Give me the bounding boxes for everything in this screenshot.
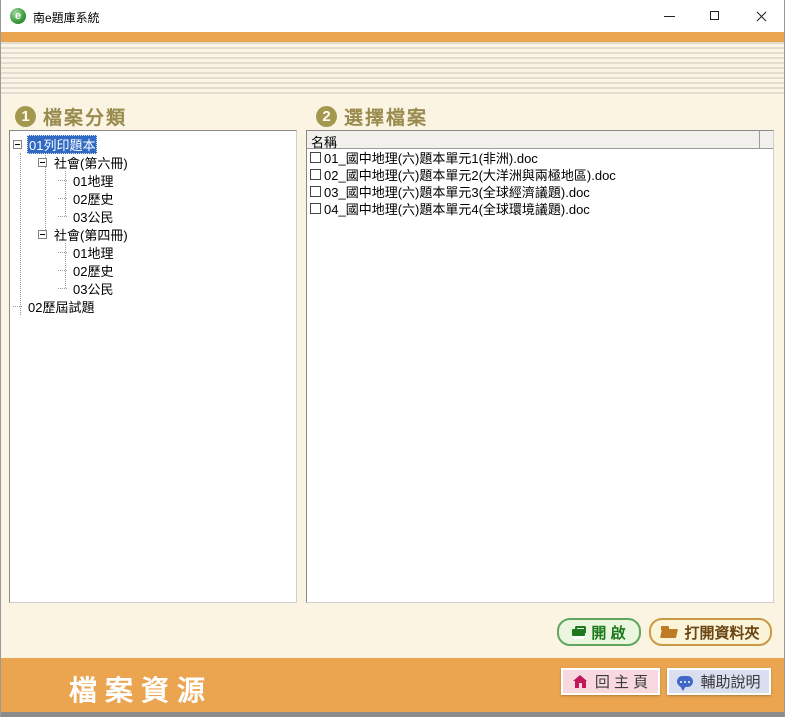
minimize-button[interactable] [646, 0, 692, 32]
tree-item[interactable]: 社會(第六冊) [10, 153, 296, 171]
category-tree: 01列印題本 社會(第六冊) 01地理 02歷史 03公民 社會(第四冊) 01… [9, 130, 297, 603]
home-icon [573, 675, 588, 688]
section-title: 選擇檔案 [344, 103, 428, 130]
tree-connector [58, 180, 67, 181]
striped-band [1, 42, 784, 95]
column-header-name[interactable]: 名稱 [307, 131, 760, 148]
tree-item[interactable]: 01地理 [10, 171, 296, 189]
maximize-button[interactable] [692, 0, 738, 32]
help-button[interactable]: 輔助說明 [667, 668, 771, 695]
tree-connector [58, 252, 67, 253]
collapse-icon[interactable] [13, 140, 22, 149]
tree-connector [13, 306, 22, 307]
tree-item[interactable]: 社會(第四冊) [10, 225, 296, 243]
section-select-file: 2 選擇檔案 [316, 103, 428, 130]
page-title: 檔案資源 [69, 669, 213, 709]
home-button[interactable]: 回 主 頁 [561, 668, 660, 695]
tree-item[interactable]: 03公民 [10, 207, 296, 225]
tree-connector [58, 198, 67, 199]
accent-strip [1, 32, 784, 42]
file-name[interactable]: 04_國中地理(六)題本單元4(全球環境議題).doc [324, 199, 590, 218]
open-icon [572, 626, 585, 639]
tree-item-label[interactable]: 02歷屆試題 [26, 297, 96, 316]
title-bar: e 南e題庫系統 [1, 0, 784, 32]
window-controls [646, 0, 784, 32]
app-icon: e [10, 8, 26, 24]
help-bubble-icon [677, 676, 693, 687]
collapse-icon[interactable] [38, 158, 47, 167]
tree-connector [58, 288, 67, 289]
tree-item[interactable]: 02歷屆試題 [10, 297, 296, 315]
file-list: 名稱 01_國中地理(六)題本單元1(非洲).doc 02_國中地理(六)題本單… [306, 130, 774, 603]
tree-item-label[interactable]: 社會(第六冊) [52, 153, 130, 172]
tree-connector [58, 216, 67, 217]
tree-item-label[interactable]: 03公民 [71, 207, 115, 226]
file-list-item[interactable]: 01_國中地理(六)題本單元1(非洲).doc [307, 149, 773, 166]
help-button-label: 輔助說明 [700, 671, 760, 692]
footer-bar: 檔案資源 回 主 頁 輔助說明 [1, 658, 784, 712]
step-2-badge: 2 [316, 106, 337, 127]
tree-item-label[interactable]: 01地理 [71, 171, 115, 190]
step-1-badge: 1 [15, 106, 36, 127]
tree-item[interactable]: 01地理 [10, 243, 296, 261]
tree-item[interactable]: 01列印題本 [10, 135, 296, 153]
tree-item[interactable]: 03公民 [10, 279, 296, 297]
folder-icon [661, 626, 678, 638]
checkbox[interactable] [310, 169, 321, 180]
section-file-category: 1 檔案分類 [15, 103, 127, 130]
column-header-extra [760, 131, 773, 148]
tree-item-label[interactable]: 社會(第四冊) [52, 225, 130, 244]
tree-item-label[interactable]: 01地理 [71, 243, 115, 262]
checkbox[interactable] [310, 186, 321, 197]
tree-connector [58, 270, 67, 271]
tree-item-label[interactable]: 01列印題本 [27, 135, 97, 154]
checkbox[interactable] [310, 152, 321, 163]
open-button[interactable]: 開 啟 [557, 618, 641, 646]
tree-item-label[interactable]: 03公民 [71, 279, 115, 298]
open-folder-button[interactable]: 打開資料夾 [649, 618, 772, 646]
file-list-item[interactable]: 03_國中地理(六)題本單元3(全球經濟議題).doc [307, 183, 773, 200]
open-folder-button-label: 打開資料夾 [684, 622, 759, 643]
maximize-icon [710, 11, 719, 20]
tree-item-label[interactable]: 02歷史 [71, 261, 115, 280]
tree-item[interactable]: 02歷史 [10, 189, 296, 207]
app-window: e 南e題庫系統 1 檔案分類 2 選擇檔案 01列印題本 社會(第六冊) [0, 0, 785, 717]
list-header: 名稱 [307, 131, 773, 149]
minimize-icon [664, 16, 675, 17]
home-button-label: 回 主 頁 [595, 671, 648, 692]
tree-item-label[interactable]: 02歷史 [71, 189, 115, 208]
file-list-item[interactable]: 02_國中地理(六)題本單元2(大洋洲與兩極地區).doc [307, 166, 773, 183]
section-title: 檔案分類 [43, 103, 127, 130]
open-button-label: 開 啟 [591, 622, 625, 643]
tree-item[interactable]: 02歷史 [10, 261, 296, 279]
window-title: 南e題庫系統 [33, 9, 100, 26]
collapse-icon[interactable] [38, 230, 47, 239]
window-bottom-edge [1, 712, 784, 717]
file-list-item[interactable]: 04_國中地理(六)題本單元4(全球環境議題).doc [307, 200, 773, 217]
checkbox[interactable] [310, 203, 321, 214]
close-button[interactable] [738, 0, 784, 32]
